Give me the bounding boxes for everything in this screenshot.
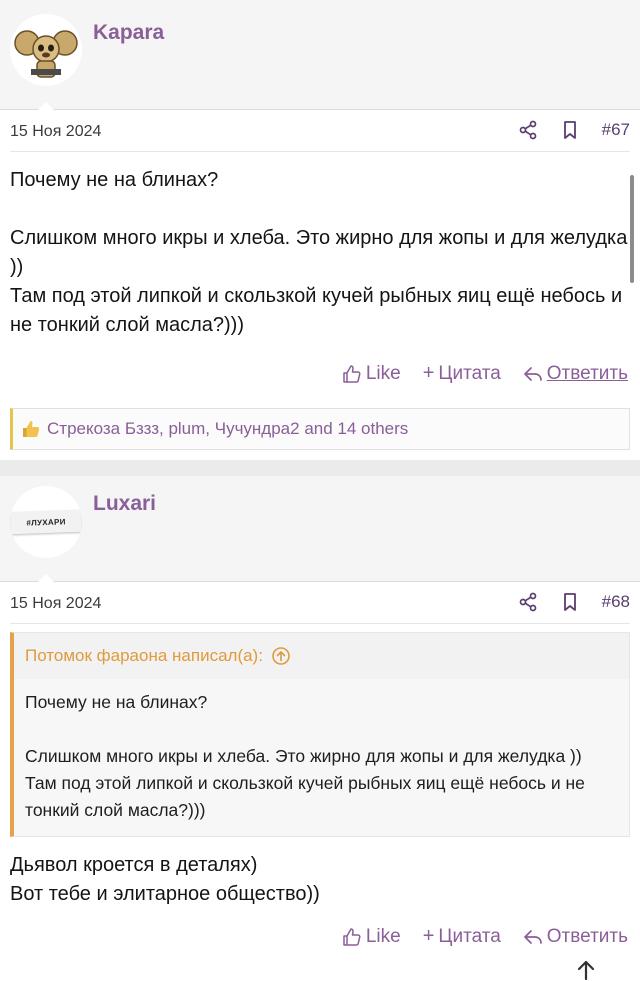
reply-label: Ответить (546, 925, 628, 947)
post-meta-row: 15 Ноя 2024 #68 (10, 584, 630, 624)
reply-button[interactable]: Ответить (523, 363, 628, 385)
post-paragraph: Там под этой липкой и скользкой кучей ры… (10, 285, 623, 336)
header-notch (38, 102, 54, 110)
share-icon[interactable] (518, 592, 538, 612)
post-meta-row: 15 Ноя 2024 #67 (10, 112, 630, 152)
share-icon[interactable] (518, 120, 538, 140)
post-meta-actions: #67 (518, 120, 630, 140)
post-paragraph: Вот тебе и элитарное общество)) (10, 883, 320, 905)
bookmark-icon[interactable] (560, 120, 580, 140)
quote-author: Потомок фараона написал(а): (25, 646, 263, 665)
post-paragraph: Почему не на блинах? (10, 169, 219, 191)
reactions-bar[interactable]: Стрекоза Бззз, plum, Чучундра2 and 14 ot… (10, 408, 630, 450)
circle-arrow-up-icon[interactable] (271, 646, 291, 666)
post-number[interactable]: #68 (602, 592, 630, 612)
reaction-like-icon (23, 421, 40, 437)
like-button[interactable]: Like (342, 363, 401, 385)
post-author-name[interactable]: Kapara (93, 21, 164, 45)
post-paragraph: Слишком много икры и хлеба. Это жирно дл… (10, 227, 628, 278)
header-notch (38, 574, 54, 582)
quote-button[interactable]: + Цитата (423, 925, 501, 948)
post-body: Дьявол кроется в деталях) Вот тебе и эли… (10, 851, 630, 909)
plus-icon: + (422, 925, 435, 947)
post-number[interactable]: #67 (602, 120, 630, 140)
quote-body: Почему не на блинах? Слишком много икры … (14, 679, 629, 836)
scrollbar-thumb[interactable] (630, 175, 634, 283)
quote-label: Цитата (438, 925, 501, 947)
thumbs-up-icon (343, 927, 361, 946)
quote-block: Потомок фараона написал(а): Почему не на… (10, 632, 630, 837)
reply-arrow-icon (523, 366, 542, 381)
quote-paragraph: Слишком много икры и хлеба. Это жирно дл… (25, 746, 582, 766)
like-label: Like (365, 362, 401, 384)
post-68: #ЛУХАРИ Luxari 15 Ноя 2024 #68 Потомок ф… (0, 476, 640, 981)
luxari-logo: #ЛУХАРИ (10, 509, 82, 535)
post-67-header: Kapara (0, 0, 640, 110)
scroll-to-top-icon[interactable] (574, 958, 598, 981)
reply-button[interactable]: Ответить (523, 926, 628, 948)
post-date[interactable]: 15 Ноя 2024 (10, 595, 101, 613)
post-meta-actions: #68 (518, 592, 630, 612)
reactions-list[interactable]: Стрекоза Бззз, plum, Чучундра2 and 14 ot… (47, 419, 408, 439)
post-actions: Like + Цитата Ответить (10, 358, 630, 394)
thumbs-up-icon (343, 364, 361, 383)
post-author-name[interactable]: Luxari (93, 492, 156, 516)
post-body: Почему не на блинах? Слишком много икры … (10, 166, 630, 340)
post-paragraph: Дьявол кроется в деталях) (10, 854, 258, 876)
like-button[interactable]: Like (342, 926, 401, 948)
quote-paragraph: Почему не на блинах? (25, 692, 208, 712)
post-date[interactable]: 15 Ноя 2024 (10, 123, 101, 141)
avatar-kapara[interactable] (10, 14, 82, 86)
quote-header[interactable]: Потомок фараона написал(а): (14, 633, 629, 679)
plus-icon: + (422, 362, 435, 384)
bookmark-icon[interactable] (560, 592, 580, 612)
post-68-header: #ЛУХАРИ Luxari (0, 476, 640, 582)
reply-arrow-icon (523, 929, 542, 944)
cheburashka-avatar-icon (14, 30, 78, 78)
quote-button[interactable]: + Цитата (423, 362, 501, 385)
reply-label: Ответить (546, 362, 628, 384)
avatar-logo-text: #ЛУХАРИ (26, 516, 66, 528)
avatar-luxari[interactable]: #ЛУХАРИ (10, 486, 82, 558)
like-label: Like (365, 925, 401, 947)
post-actions: Like + Цитата Ответить (10, 921, 630, 957)
quote-label: Цитата (438, 362, 501, 384)
post-67: Kapara 15 Ноя 2024 #67 Почему не на блин… (0, 0, 640, 460)
quote-paragraph: Там под этой липкой и скользкой кучей ры… (25, 773, 585, 820)
